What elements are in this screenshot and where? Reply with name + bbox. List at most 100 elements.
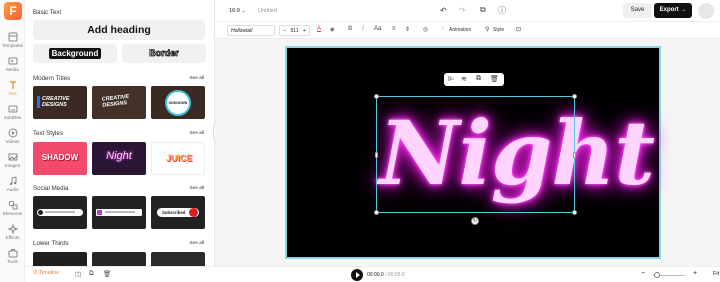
zoom-out-icon[interactable]: − [641, 270, 645, 277]
split-icon[interactable]: ◫ [75, 270, 81, 278]
undo-icon[interactable]: ↶ [440, 6, 447, 15]
save-button[interactable]: Save [623, 3, 652, 18]
rail-media[interactable]: Media [0, 56, 25, 72]
social-media-thumb[interactable] [33, 196, 87, 229]
text-color-icon[interactable]: A [317, 26, 321, 32]
playback-time: 00:00.0 / 00:05.0 [367, 272, 405, 278]
text-style-thumb[interactable]: Night [92, 142, 146, 175]
zoom-slider-handle[interactable] [654, 272, 660, 278]
selection-box[interactable] [374, 94, 577, 215]
resize-handle[interactable] [572, 94, 577, 99]
timeline-icon: ⏱ [33, 270, 38, 276]
aspect-ratio-select[interactable]: 16:9 ⌄ [229, 8, 246, 14]
bold-icon[interactable]: B [348, 26, 352, 32]
layers-icon[interactable]: ≋ [461, 75, 467, 83]
font-family-select[interactable]: Hollowtail [227, 25, 275, 36]
total-time: / 00:05.0 [385, 272, 405, 278]
rotate-handle-icon[interactable]: ↻ [471, 217, 479, 225]
editor-app: F Templates Media Text Subtitles Videos … [0, 0, 720, 282]
rail-text[interactable]: Text [0, 80, 25, 96]
rail-subtitles[interactable]: Subtitles [0, 104, 25, 120]
rail-label: Templates [2, 43, 23, 48]
minus-icon[interactable]: − [283, 28, 286, 34]
rail-templates[interactable]: Templates [0, 32, 25, 48]
project-title[interactable]: Untitled [258, 8, 277, 14]
modern-title-thumb[interactable]: CREATIVE DESIGNS [92, 86, 146, 119]
highlight-color-icon[interactable]: ◈ [330, 26, 335, 33]
see-all-modern-titles[interactable]: See all [189, 76, 204, 81]
add-heading-button[interactable]: Add heading [33, 20, 205, 40]
resize-handle[interactable] [573, 152, 576, 158]
delete-icon[interactable]: 🗑 [490, 75, 499, 83]
rail-videos[interactable]: Videos [0, 128, 25, 144]
element-context-toolbar: ⊫ ≋ ⧉ 🗑 [444, 73, 504, 86]
thumb-text: SHADOW [41, 153, 79, 162]
italic-icon[interactable]: I [362, 26, 364, 32]
avatar[interactable] [698, 3, 714, 19]
border-text-button[interactable]: Border [122, 44, 206, 63]
background-text-button[interactable]: Background [33, 44, 117, 63]
resize-handle[interactable] [375, 152, 378, 158]
rail-effects[interactable]: Effects [0, 224, 25, 240]
screen-capture-icon[interactable]: ⧉ [480, 5, 486, 15]
app-logo[interactable]: F [4, 2, 22, 20]
lower-third-thumb[interactable] [92, 252, 146, 266]
align-icon[interactable]: ⊫ [448, 75, 454, 83]
zoom-in-icon[interactable]: + [693, 270, 697, 277]
text-style-thumb[interactable]: JUICE [151, 142, 205, 175]
left-nav-rail: F Templates Media Text Subtitles Videos … [0, 0, 25, 282]
modern-title-thumb[interactable]: UNKNOWN [151, 86, 205, 119]
more-options-icon[interactable]: ⊡ [516, 26, 521, 33]
lower-third-thumb[interactable] [33, 252, 87, 266]
style-button[interactable]: Style [493, 27, 504, 33]
audio-icon [9, 176, 16, 186]
timeline-button[interactable]: ⏱ Timeline [33, 270, 59, 277]
export-button[interactable]: Export → [654, 3, 692, 18]
redo-icon[interactable]: ↷ [459, 6, 466, 15]
see-all-text-styles[interactable]: See all [189, 131, 204, 136]
rail-images[interactable]: Images [0, 152, 25, 168]
rail-elements[interactable]: Elements [0, 200, 25, 216]
video-artboard[interactable]: Night ⊫ ≋ ⧉ 🗑 ↻ [285, 46, 661, 259]
thumb-text: CREATIVE DESIGNS [37, 96, 83, 108]
background-label: Background [48, 48, 102, 59]
text-icon [9, 81, 16, 89]
resize-handle[interactable] [572, 210, 577, 215]
images-icon [8, 153, 17, 161]
animation-button[interactable]: Animation [449, 27, 471, 33]
duplicate-icon[interactable]: ⧉ [476, 75, 481, 83]
rail-label: Elements [2, 211, 23, 216]
duplicate-clip-icon[interactable]: ⧉ [89, 270, 94, 278]
see-all-lower-thirds[interactable]: See all [189, 241, 204, 246]
social-media-thumb[interactable] [92, 196, 146, 229]
top-bar: 16:9 ⌄ Untitled ↶ ↷ ⧉ ⓘ Save Export → [215, 0, 720, 22]
rail-label: Audio [6, 187, 19, 192]
modern-title-thumb[interactable]: CREATIVE DESIGNS [33, 86, 87, 119]
videos-icon [8, 128, 17, 138]
line-spacing-icon[interactable]: ⇕ [405, 26, 410, 33]
aspect-ratio-value: 16:9 [229, 8, 240, 14]
text-style-thumb[interactable]: SHADOW [33, 142, 87, 175]
thumb-text: JUICE [165, 153, 193, 163]
fit-button[interactable]: Fit [713, 271, 719, 277]
rail-tools[interactable]: Tools [0, 248, 25, 264]
canvas-workspace: Night ⊫ ≋ ⧉ 🗑 ↻ [215, 39, 720, 266]
bottom-bar: ⏱ Timeline ◫ ⧉ 🗑 00:00.0 / 00:05.0 − + F… [25, 266, 720, 282]
plus-icon[interactable]: + [303, 28, 306, 34]
social-media-thumb[interactable]: Subscribed [151, 196, 205, 229]
font-size-stepper[interactable]: − 511 + [279, 25, 310, 36]
thumb-text: CREATIVE DESIGNS [101, 93, 130, 109]
align-center-icon[interactable]: ≡ [392, 26, 396, 32]
resize-handle[interactable] [374, 94, 379, 99]
text-case-icon[interactable]: Aa [374, 26, 381, 32]
delete-clip-icon[interactable]: 🗑 [103, 270, 111, 278]
timeline-label: Timeline [38, 270, 60, 276]
see-all-social-media[interactable]: See all [189, 186, 204, 191]
effects-icon[interactable]: ◎ [423, 26, 428, 33]
help-icon[interactable]: ⓘ [498, 5, 506, 16]
rail-audio[interactable]: Audio [0, 176, 25, 192]
play-button[interactable] [351, 269, 363, 281]
section-title-text-styles: Text Styles [33, 130, 63, 137]
resize-handle[interactable] [374, 210, 379, 215]
lower-third-thumb[interactable] [151, 252, 205, 266]
